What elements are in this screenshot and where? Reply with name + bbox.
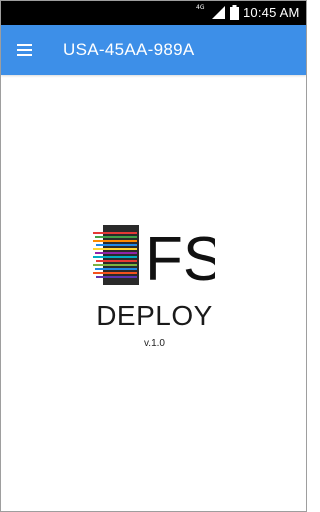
product-name: DEPLOY	[96, 300, 213, 331]
menu-button[interactable]	[15, 39, 37, 61]
network-type-icon: 4G	[196, 4, 205, 11]
app-screen: 4G 10:45 AM USA-45AA-989A F DEPLOY v.1.0	[0, 0, 307, 512]
status-bar: 4G 10:45 AM	[1, 1, 306, 25]
version-label: v.1.0	[144, 338, 165, 349]
barcode-stripes-icon	[93, 225, 139, 285]
app-title: USA-45AA-989A	[63, 40, 195, 59]
signal-icon	[212, 6, 225, 19]
battery-icon	[230, 5, 239, 20]
app-bar: USA-45AA-989A	[1, 25, 306, 75]
hamburger-menu-icon	[17, 44, 32, 46]
logo-text: FS	[145, 225, 215, 285]
fs-logo: FS	[93, 225, 215, 285]
status-time: 10:45 AM	[243, 5, 300, 20]
